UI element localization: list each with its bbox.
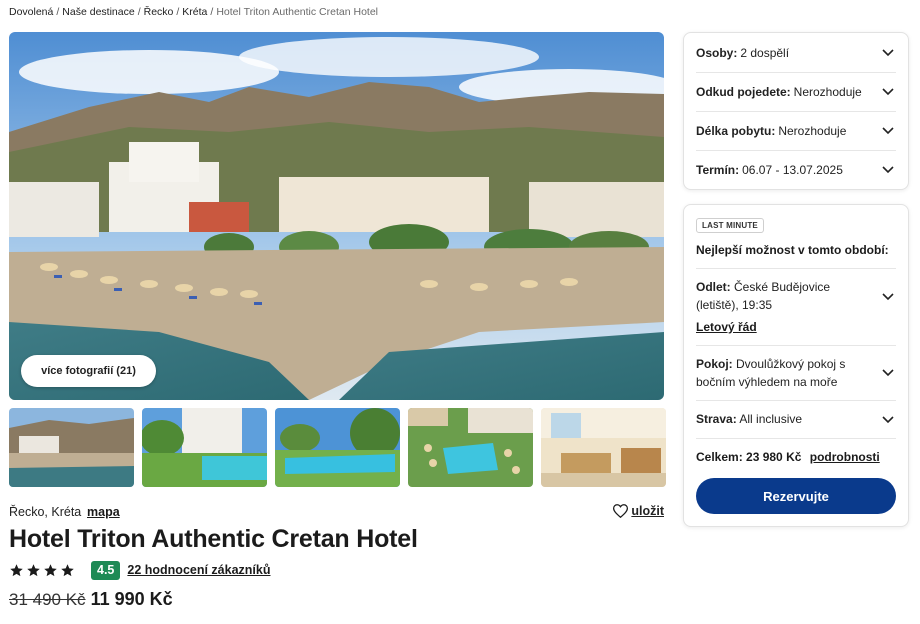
total-value: 23 980 Kč <box>746 450 802 464</box>
term-filter[interactable]: Termín: 06.07 - 13.07.2025 <box>696 160 896 180</box>
thumbnail-5[interactable] <box>541 408 666 487</box>
departure-info[interactable]: Odlet: České Budějovice (letiště), 19:35 <box>696 278 874 314</box>
star-icon <box>44 563 57 576</box>
breadcrumb-item-recko[interactable]: Řecko <box>144 6 174 18</box>
divider <box>696 438 896 439</box>
persons-label: Osoby: <box>696 46 738 60</box>
chevron-down-icon <box>882 166 894 174</box>
persons-value: 2 dospělí <box>740 46 790 60</box>
departure-filter-value: Nerozhoduje <box>793 85 862 99</box>
best-option-heading: Nejlepší možnost v tomto období: <box>696 243 889 257</box>
chevron-down-icon <box>882 88 894 96</box>
heart-icon <box>613 504 629 518</box>
garden-pool-photo-thumb <box>275 408 400 487</box>
chevron-down-icon <box>882 127 894 135</box>
reviews-link[interactable]: 22 hodnocení zákazníků <box>127 563 270 577</box>
star-icon <box>27 563 40 576</box>
divider <box>696 72 896 73</box>
map-link[interactable]: mapa <box>87 505 120 519</box>
star-rating <box>9 563 75 578</box>
board-info[interactable]: Strava: All inclusive <box>696 410 874 428</box>
reserve-button[interactable]: Rezervujte <box>696 478 896 514</box>
term-label: Termín: <box>696 163 740 177</box>
breadcrumb-item-dovolena[interactable]: Dovolená <box>9 6 53 18</box>
location-row: Řecko, Kréta mapa uložit <box>9 504 664 522</box>
details-link[interactable]: podrobnosti <box>810 450 880 464</box>
thumbnail-4[interactable] <box>408 408 533 487</box>
chevron-down-icon[interactable] <box>882 369 894 377</box>
breadcrumb-item-kreta[interactable]: Kréta <box>182 6 207 18</box>
length-filter[interactable]: Délka pobytu: Nerozhoduje <box>696 121 896 141</box>
beach-hotel-photo <box>9 32 664 400</box>
board-label: Strava: <box>696 412 737 426</box>
old-price: 31 490 Kč <box>9 590 86 609</box>
new-price: 11 990 Kč <box>90 589 173 609</box>
room-info[interactable]: Pokoj: Dvoulůžkový pokoj s bočním výhled… <box>696 355 874 391</box>
chevron-down-icon[interactable] <box>882 416 894 424</box>
board-value: All inclusive <box>739 412 803 426</box>
departure-filter-label: Odkud pojedete: <box>696 85 791 99</box>
length-value: Nerozhoduje <box>778 124 847 138</box>
divider <box>696 150 896 151</box>
total-price-row: Celkem: 23 980 Kč podrobnosti <box>696 450 880 464</box>
length-label: Délka pobytu: <box>696 124 776 138</box>
breadcrumb: Dovolená / Naše destinace / Řecko / Kréta / Hote… <box>9 6 378 18</box>
departure-label: Odlet: <box>696 280 731 294</box>
star-icon <box>61 563 74 576</box>
divider <box>696 345 896 346</box>
search-filters-card: Osoby: 2 dospělí Odkud pojedete: Nerozho… <box>683 32 909 190</box>
price-row: 31 490 Kč 11 990 Kč <box>9 589 173 610</box>
breadcrumb-current: Hotel Triton Authentic Cretan Hotel <box>216 6 378 18</box>
divider <box>696 268 896 269</box>
beach-photo-thumb <box>9 408 134 487</box>
breadcrumb-item-destinace[interactable]: Naše destinace <box>62 6 134 18</box>
last-minute-badge: LAST MINUTE <box>696 218 764 233</box>
flight-schedule-link[interactable]: Letový řád <box>696 320 757 334</box>
hotel-name: Hotel Triton Authentic Cretan Hotel <box>9 525 418 553</box>
photo-thumbnails <box>9 408 666 487</box>
chevron-down-icon[interactable] <box>882 293 894 301</box>
hotel-main-photo[interactable] <box>9 32 664 400</box>
save-button[interactable]: uložit <box>613 504 664 518</box>
thumbnail-1[interactable] <box>9 408 134 487</box>
star-icon <box>10 563 23 576</box>
offer-card: LAST MINUTE Nejlepší možnost v tomto obd… <box>683 204 909 527</box>
lobby-photo-thumb <box>541 408 666 487</box>
persons-filter[interactable]: Osoby: 2 dospělí <box>696 43 896 63</box>
score-badge: 4.5 <box>91 560 121 580</box>
save-label: uložit <box>631 504 664 518</box>
thumbnail-2[interactable] <box>142 408 267 487</box>
divider <box>696 400 896 401</box>
room-label: Pokoj: <box>696 357 733 371</box>
chevron-down-icon <box>882 49 894 57</box>
more-photos-button[interactable]: více fotografií (21) <box>21 355 156 387</box>
rating-row: 4.5 22 hodnocení zákazníků <box>9 560 270 580</box>
pool-photo-thumb <box>142 408 267 487</box>
divider <box>696 111 896 112</box>
hotel-location: Řecko, Kréta <box>9 505 82 519</box>
total-label: Celkem: <box>696 450 743 464</box>
aerial-pool-photo-thumb <box>408 408 533 487</box>
term-value: 06.07 - 13.07.2025 <box>742 163 843 177</box>
departure-filter[interactable]: Odkud pojedete: Nerozhoduje <box>696 82 896 102</box>
thumbnail-3[interactable] <box>275 408 400 487</box>
